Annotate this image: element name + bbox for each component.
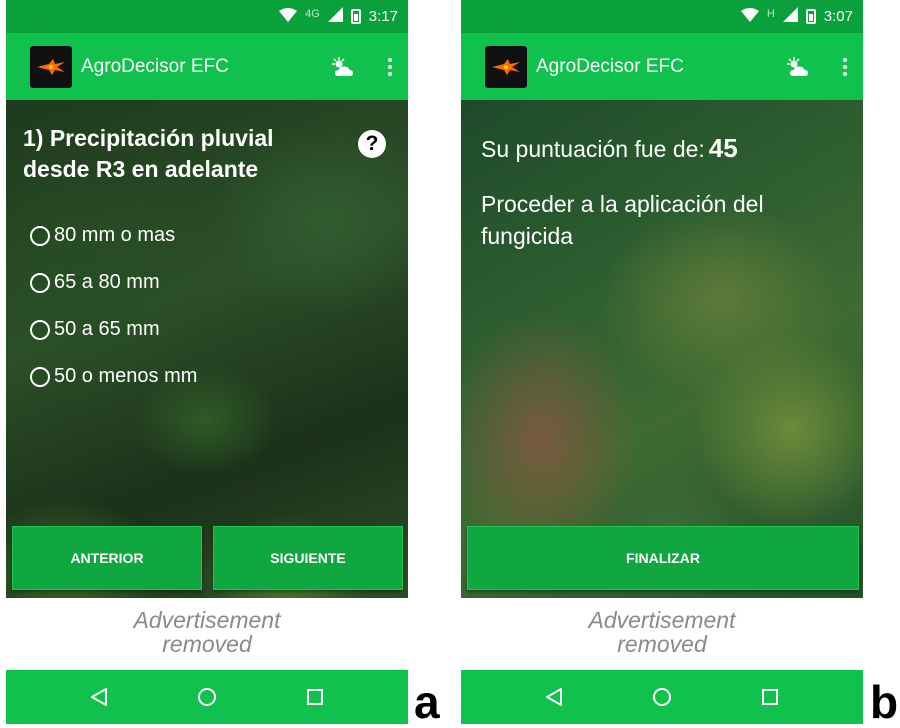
cell-signal-icon xyxy=(327,7,343,26)
back-icon[interactable] xyxy=(545,687,563,707)
advertisement-placeholder: Advertisement removed xyxy=(461,608,863,656)
ad-line-2: removed xyxy=(617,631,707,657)
weather-partly-cloudy-icon[interactable] xyxy=(332,56,356,77)
score-label: Su puntuación fue de: xyxy=(481,136,705,162)
option-label: 65 a 80 mm xyxy=(54,271,160,293)
score-line: Su puntuación fue de: 45 xyxy=(481,133,738,164)
option-label: 80 mm o mas xyxy=(54,224,176,246)
previous-button[interactable]: ANTERIOR xyxy=(12,526,202,590)
network-type-label: 4G xyxy=(305,7,320,20)
cell-signal-icon xyxy=(782,7,798,26)
phone-screen-a: 4G 3:17 AgroDecisor EFC 1) Precipitación… xyxy=(6,0,408,724)
phone-screen-b: H 3:07 AgroDecisor EFC Su puntuación fue… xyxy=(461,0,863,724)
status-time: 3:07 xyxy=(823,8,853,25)
result-recommendation: Proceder a la aplicación del fungicida xyxy=(481,191,764,249)
ad-line-1: Advertisement xyxy=(588,607,736,633)
help-icon[interactable]: ? xyxy=(358,130,386,158)
recents-icon[interactable] xyxy=(306,688,324,706)
question-title: 1) Precipitación pluvial desde R3 en ade… xyxy=(23,125,274,182)
status-bar: 4G 3:17 xyxy=(6,0,408,33)
advertisement-placeholder: Advertisement removed xyxy=(6,608,408,656)
wifi-icon xyxy=(740,7,759,26)
status-time: 3:17 xyxy=(368,8,398,25)
logo-icon xyxy=(30,45,72,88)
overflow-menu-icon[interactable] xyxy=(384,57,396,76)
network-type-label: H xyxy=(766,7,775,20)
radio-icon[interactable] xyxy=(30,319,50,340)
status-bar: H 3:07 xyxy=(461,0,863,33)
battery-icon xyxy=(350,9,361,24)
wifi-icon xyxy=(279,7,298,26)
logo-icon xyxy=(485,45,527,88)
system-nav-bar xyxy=(6,670,408,724)
battery-icon xyxy=(805,9,816,24)
radio-icon[interactable] xyxy=(30,225,50,246)
options-radio-group: 80 mm o mas 65 a 80 mm 50 a 65 mm 50 o m… xyxy=(30,212,197,400)
back-icon[interactable] xyxy=(90,687,108,707)
recents-icon[interactable] xyxy=(761,688,779,706)
overflow-menu-icon[interactable] xyxy=(839,57,851,76)
app-title: AgroDecisor EFC xyxy=(81,55,229,77)
next-button[interactable]: SIGUIENTE xyxy=(213,526,403,590)
app-bar: AgroDecisor EFC xyxy=(6,33,408,100)
option-label: 50 a 65 mm xyxy=(54,318,160,340)
radio-icon[interactable] xyxy=(30,366,50,387)
ad-line-2: removed xyxy=(162,631,252,657)
option-radio[interactable]: 80 mm o mas xyxy=(30,212,197,259)
result-content: Su puntuación fue de: 45 Proceder a la ap… xyxy=(461,100,863,598)
option-label: 50 o menos mm xyxy=(54,365,198,387)
weather-partly-cloudy-icon[interactable] xyxy=(787,56,811,77)
system-nav-bar xyxy=(461,670,863,724)
score-value: 45 xyxy=(708,133,738,163)
option-radio[interactable]: 50 a 65 mm xyxy=(30,306,197,353)
option-radio[interactable]: 65 a 80 mm xyxy=(30,259,197,306)
app-bar: AgroDecisor EFC xyxy=(461,33,863,100)
option-radio[interactable]: 50 o menos mm xyxy=(30,353,197,400)
panel-label-a: a xyxy=(414,676,440,728)
ad-line-1: Advertisement xyxy=(133,607,281,633)
panel-label-b: b xyxy=(870,676,899,728)
question-content: 1) Precipitación pluvial desde R3 en ade… xyxy=(6,100,408,598)
home-icon[interactable] xyxy=(197,687,217,707)
app-title: AgroDecisor EFC xyxy=(536,55,684,77)
home-icon[interactable] xyxy=(652,687,672,707)
finish-button[interactable]: FINALIZAR xyxy=(467,526,859,590)
radio-icon[interactable] xyxy=(30,272,50,293)
